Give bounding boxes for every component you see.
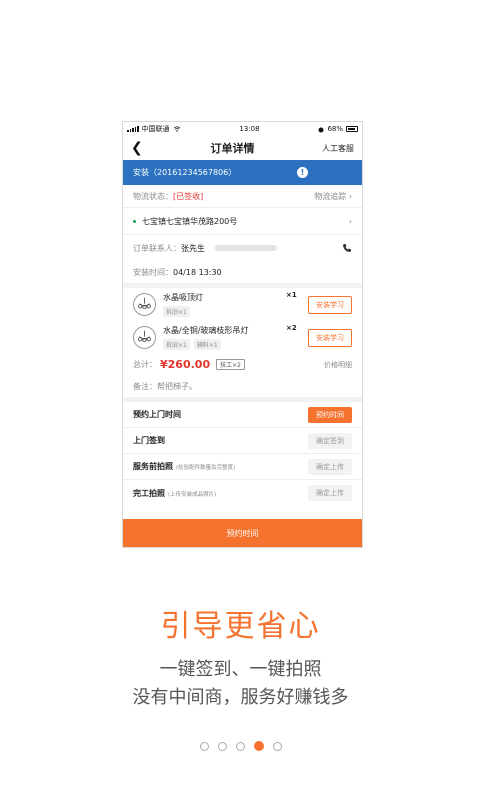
chevron-right-icon: ›	[348, 191, 352, 201]
info-icon[interactable]: !	[297, 167, 308, 178]
chevron-right-icon: ›	[348, 216, 352, 226]
ceiling-lamp-icon	[133, 293, 156, 316]
chandelier-icon	[133, 326, 156, 349]
clock: 13:08	[239, 125, 260, 133]
confirm-checkin-button[interactable]: 确定签到	[308, 432, 352, 449]
logistics-row: 物流状态：[已签收] 物流追踪 ›	[123, 185, 362, 208]
address-text: 七宝镇七宝镇华茂路200号	[142, 216, 238, 226]
list-item: 水晶吸顶灯 拆旧×1 ×1 安装学习	[123, 288, 362, 321]
address-row[interactable]: 七宝镇七宝镇华茂路200号 ›	[123, 208, 362, 235]
install-time-row: 安装时间： 04/18 13:30	[123, 261, 362, 283]
nav-bar: ❮ 订单详情 人工客服	[123, 136, 362, 160]
page-dot[interactable]	[272, 741, 282, 751]
task-label: 完工拍照	[133, 488, 165, 498]
headline: 引导更省心	[160, 609, 321, 644]
customer-service-link[interactable]: 人工客服	[304, 143, 354, 154]
subtitle-2: 没有中间商，服务好赚钱多	[132, 687, 349, 708]
contact-row: 订单联系人： 张先生	[123, 235, 362, 261]
item-quantity: ×1	[286, 291, 297, 299]
page-dot[interactable]	[235, 741, 245, 751]
phone-icon[interactable]	[342, 243, 352, 253]
item-tag: 辅料×1	[193, 339, 221, 350]
task-hint: (上传安装成品照片)	[168, 491, 217, 498]
confirm-upload-button[interactable]: 确定上传	[308, 485, 352, 501]
logistics-track-link[interactable]: 物流追踪 ›	[314, 191, 352, 202]
page-indicator	[0, 741, 481, 751]
order-number: 安装（20161234567806）	[133, 168, 237, 177]
subtitle-1: 一键签到、一键拍照	[159, 659, 322, 680]
total-price: ¥260.00	[160, 358, 211, 371]
total-label: 总计：	[133, 360, 157, 369]
battery-percent: 68%	[327, 125, 343, 133]
install-tutorial-button[interactable]: 安装学习	[308, 328, 352, 347]
carrier-label: 中国联通	[141, 125, 170, 133]
contact-name: 张先生	[181, 243, 205, 253]
location-dot-icon	[133, 219, 136, 223]
back-icon[interactable]: ❮	[131, 136, 161, 160]
phone-number-blurred	[215, 245, 277, 251]
price-detail-link[interactable]: 价格明细	[324, 360, 352, 370]
item-tag: 拆旧×1	[163, 339, 190, 350]
battery-icon	[346, 126, 358, 132]
logistics-status: [已签收]	[173, 191, 204, 201]
status-bar: 中国联通 13:08 68%	[123, 122, 362, 136]
confirm-upload-button[interactable]: 确定上传	[308, 458, 352, 475]
signal-icon	[127, 126, 139, 132]
remark-row: 备注：帮把梯子。	[123, 375, 362, 397]
list-item: 水晶/全铜/玻璃枝形吊灯 拆旧×1 辅料×1 ×2 安装学习	[123, 321, 362, 354]
order-banner: 安装（20161234567806） !	[123, 160, 362, 185]
task-row-appointment: 预约上门时间 预约时间	[123, 402, 362, 428]
task-label: 服务前拍照	[133, 462, 173, 471]
phone-frame: 中国联通 13:08 68% ❮ 订单详情 人工客服 安装（2016123456…	[122, 121, 363, 548]
alarm-icon	[318, 127, 324, 132]
page-dot[interactable]	[199, 741, 209, 751]
item-quantity: ×2	[286, 324, 297, 332]
contact-label: 订单联系人：	[133, 243, 181, 253]
task-label: 预约上门时间	[133, 410, 181, 419]
technician-badge: 技工×2	[216, 359, 245, 370]
total-row: 总计： ¥260.00 技工×2 价格明细	[123, 354, 362, 375]
task-row-pre-photo: 服务前拍照 (检验配件数量及完整度) 确定上传	[123, 454, 362, 480]
task-hint: (检验配件数量及完整度)	[176, 465, 236, 471]
task-label: 上门签到	[133, 436, 165, 445]
page-dot[interactable]	[217, 741, 227, 751]
wifi-icon	[173, 126, 180, 132]
page-title: 订单详情	[210, 142, 255, 155]
item-tag: 拆旧×1	[163, 306, 190, 317]
task-row-checkin: 上门签到 确定签到	[123, 428, 362, 454]
install-tutorial-button[interactable]: 安装学习	[308, 295, 352, 314]
schedule-time-button[interactable]: 预约时间	[308, 406, 352, 423]
install-time-label: 安装时间：	[133, 267, 173, 277]
task-row-complete-photo: 完工拍照 (上传安装成品照片) 确定上传	[123, 480, 362, 506]
logistics-label: 物流状态：	[133, 191, 173, 201]
page-dot[interactable]	[253, 741, 264, 751]
install-time-value: 04/18 13:30	[173, 267, 222, 277]
remark-text: 备注：帮把梯子。	[133, 381, 197, 391]
schedule-button[interactable]: 预约时间	[123, 519, 362, 547]
